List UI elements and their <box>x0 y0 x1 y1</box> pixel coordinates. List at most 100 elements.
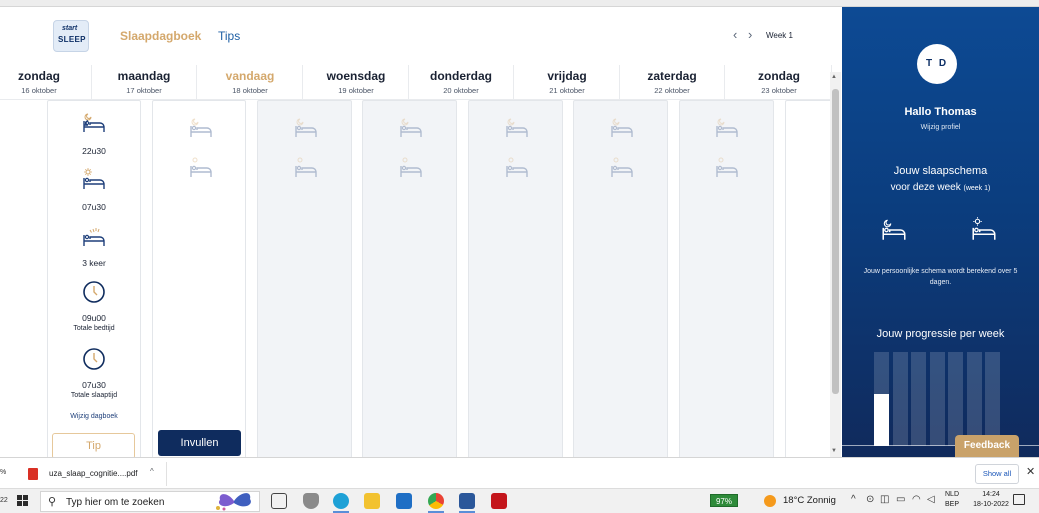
weather-text[interactable]: 18°C Zonnig <box>783 495 836 506</box>
progress-bar <box>985 352 1001 446</box>
day-header[interactable]: maandag 17 oktober <box>92 65 197 100</box>
nav-tips[interactable]: Tips <box>218 29 240 43</box>
show-all-button[interactable]: Show all <box>975 464 1019 484</box>
tip-button[interactable]: Tip <box>52 433 135 457</box>
day-name: zondag <box>758 69 800 83</box>
lang-line1: NLD <box>945 491 960 498</box>
tray-app-icon[interactable]: ◫ <box>880 494 889 505</box>
clock-time: 14:24 <box>982 491 1000 498</box>
bed-moon-icon <box>398 115 424 141</box>
bed-sun-icon <box>609 155 635 181</box>
chevron-right-icon[interactable]: › <box>748 28 752 42</box>
schedule-subtitle: voor deze week (week 1) <box>842 182 1039 193</box>
bed-sun-icon <box>504 155 530 181</box>
downloads-bar: % uza_slaap_cognitie....pdf ^ Show all ✕ <box>0 457 1039 488</box>
edit-diary-link[interactable]: Wijzig dagboek <box>47 413 141 420</box>
bed-moon-icon <box>81 110 107 136</box>
day-date: 23 oktober <box>761 86 797 95</box>
progress-bar <box>892 352 908 446</box>
chevron-up-icon[interactable]: ^ <box>150 467 154 476</box>
day-date: 17 oktober <box>126 86 162 95</box>
wake-time-value: 07u30 <box>82 202 106 212</box>
progress-bar <box>966 352 982 446</box>
day-header[interactable]: donderdag 20 oktober <box>409 65 514 100</box>
microphone-icon[interactable] <box>303 493 319 509</box>
acrobat-icon[interactable] <box>491 493 507 509</box>
feedback-button[interactable]: Feedback <box>955 435 1019 457</box>
download-filename: uza_slaap_cognitie....pdf <box>49 469 138 478</box>
edit-profile-link[interactable]: Wijzig profiel <box>842 124 1039 131</box>
chevron-left-icon[interactable]: ‹ <box>733 28 737 42</box>
total-bedtime-value: 09u00 <box>82 313 106 323</box>
download-item[interactable]: uza_slaap_cognitie....pdf ^ <box>22 462 167 486</box>
progress-bar <box>911 352 927 446</box>
sleep-diary-app: start SLEEP Slaapdagboek Tips ‹ › Week 1… <box>0 7 841 457</box>
day-name: woensdag <box>326 69 386 83</box>
file-explorer-icon[interactable] <box>364 493 380 509</box>
edge-text: % <box>0 469 7 476</box>
day-date: 22 oktober <box>654 86 690 95</box>
day-name: vandaag <box>225 69 275 83</box>
clock-date: 18-10-2022 <box>973 501 1009 508</box>
day-column-future <box>257 100 352 457</box>
bed-moon-icon <box>714 115 740 141</box>
schedule-subtitle-text: voor deze week <box>890 182 961 193</box>
bed-sun-icon <box>970 216 998 244</box>
day-date: 18 oktober <box>232 86 268 95</box>
search-icon: ⚲ <box>48 496 57 508</box>
schedule-week: (week 1) <box>963 185 991 192</box>
scroll-down-icon[interactable]: ▼ <box>831 448 837 454</box>
app-logo[interactable]: start SLEEP <box>53 20 89 52</box>
day-header-today[interactable]: vandaag 18 oktober <box>198 65 303 100</box>
clock-icon <box>81 279 107 305</box>
day-date: 21 oktober <box>549 86 585 95</box>
day-date: 20 oktober <box>443 86 479 95</box>
mail-icon[interactable] <box>396 493 412 509</box>
bed-moon-icon <box>504 115 530 141</box>
weather-sun-icon <box>764 495 776 507</box>
edge-browser-icon[interactable] <box>333 493 349 513</box>
volume-icon[interactable]: ◁ <box>927 494 935 505</box>
day-column-future <box>362 100 457 457</box>
bed-moon-icon <box>188 115 214 141</box>
search-highlight-butterfly-icon <box>212 490 256 512</box>
day-header[interactable]: zondag 16 oktober <box>0 65 92 100</box>
progress-bar <box>929 352 945 446</box>
input-language[interactable]: NLD BEP <box>945 490 959 510</box>
nav-sleep-diary[interactable]: Slaapdagboek <box>120 29 201 43</box>
battery-icon[interactable]: ▭ <box>896 494 905 505</box>
day-header[interactable]: vrijdag 21 oktober <box>515 65 620 100</box>
day-header[interactable]: zondag 23 oktober <box>727 65 832 100</box>
wake-count-value: 3 keer <box>82 258 106 268</box>
task-view-icon[interactable] <box>271 493 287 509</box>
chevron-up-icon[interactable]: ^ <box>851 494 856 505</box>
greeting: Hallo Thomas <box>904 106 977 118</box>
avatar[interactable]: T D <box>917 44 957 84</box>
scroll-up-icon[interactable]: ▲ <box>831 74 837 80</box>
schedule-note: Jouw persoonlijke schema wordt berekend … <box>863 268 1018 286</box>
progress-title: Jouw progressie per week <box>876 328 1005 340</box>
word-icon[interactable] <box>459 493 475 513</box>
day-column-future <box>468 100 563 457</box>
system-clock[interactable]: 14:24 18-10-2022 <box>971 490 1011 510</box>
day-header-row: zondag 16 oktober maandag 17 oktober van… <box>0 65 832 100</box>
tray-app-icon[interactable]: ⊙ <box>866 494 874 505</box>
scrollbar-thumb[interactable] <box>832 89 839 394</box>
fill-in-button[interactable]: Invullen <box>158 430 241 456</box>
total-bedtime-label: Totale bedtijd <box>73 325 115 332</box>
day-column-future <box>573 100 668 457</box>
chrome-icon[interactable] <box>428 493 444 513</box>
wifi-icon[interactable]: ◠ <box>912 494 921 505</box>
battery-indicator[interactable]: 97% <box>710 494 738 507</box>
day-header[interactable]: woensdag 19 oktober <box>304 65 409 100</box>
bed-sun-icon <box>398 155 424 181</box>
windows-start-icon[interactable] <box>17 495 29 507</box>
day-name: zondag <box>18 69 60 83</box>
day-header[interactable]: zaterdag 22 oktober <box>620 65 725 100</box>
notification-icon[interactable] <box>1013 494 1025 505</box>
progress-bar <box>874 352 889 446</box>
close-icon[interactable]: ✕ <box>1026 465 1035 478</box>
day-date: 19 oktober <box>338 86 374 95</box>
bed-sun-icon <box>714 155 740 181</box>
total-sleep-value: 07u30 <box>82 380 106 390</box>
